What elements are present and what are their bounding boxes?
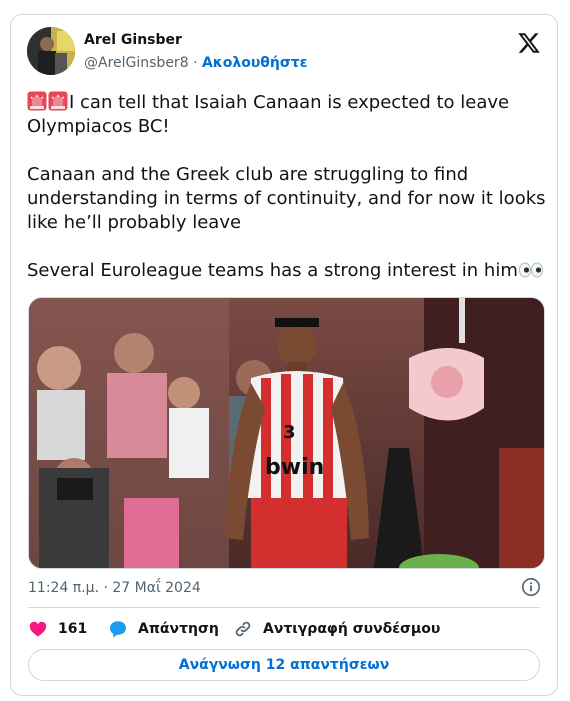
tweet-timestamp[interactable]: 11:24 π.μ. · 27 Μαΐ 2024 [28, 580, 201, 596]
reply-bubble-icon [110, 621, 126, 638]
tweet-paragraph-2: Canaan and the Greek club are struggling… [27, 164, 546, 233]
siren-icon [48, 91, 68, 111]
tweet-paragraph-1: I can tell that Isaiah Canaan is expecte… [27, 91, 547, 139]
divider [28, 607, 540, 608]
avatar[interactable] [27, 27, 75, 75]
author-handle-row: @ArelGinsber8 · Ακολουθήστε [84, 55, 308, 71]
eyes-icon [518, 262, 543, 278]
reply-button[interactable]: Απάντηση [108, 619, 219, 639]
tweet-text: I can tell that Isaiah Canaan is expecte… [27, 91, 547, 307]
x-logo-icon[interactable] [517, 31, 541, 55]
author-name[interactable]: Arel Ginsber [84, 32, 182, 48]
reply-label: Απάντηση [138, 621, 219, 637]
tweet-line-3: Several Euroleague teams has a strong in… [27, 260, 518, 281]
link-icon [235, 621, 251, 637]
jersey-sponsor: bwin [265, 455, 324, 480]
info-icon[interactable] [521, 577, 541, 597]
like-button[interactable]: 161 [28, 619, 87, 639]
heart-icon [29, 621, 47, 637]
likes-count: 161 [58, 621, 88, 637]
tweet-header: Arel Ginsber @ArelGinsber8 · Ακολουθήστε [27, 25, 545, 77]
tweet-line-1: I can tell that Isaiah Canaan is expecte… [27, 92, 510, 137]
tweet-image[interactable]: 3 bwin [28, 297, 545, 569]
copy-link-button[interactable]: Αντιγραφή συνδέσμου [233, 619, 440, 639]
tweet-card: Arel Ginsber @ArelGinsber8 · Ακολουθήστε [10, 14, 558, 696]
separator-dot: · [193, 55, 198, 71]
jersey-number: 3 [283, 422, 296, 443]
read-replies-button[interactable]: Ανάγνωση 12 απαντήσεων [28, 649, 540, 681]
basketball-player-photo: 3 bwin [29, 298, 544, 568]
copy-link-label: Αντιγραφή συνδέσμου [263, 621, 441, 637]
siren-icon [27, 91, 47, 111]
tweet-paragraph-3: Several Euroleague teams has a strong in… [27, 259, 547, 283]
follow-button[interactable]: Ακολουθήστε [202, 55, 308, 71]
author-handle[interactable]: @ArelGinsber8 [84, 55, 189, 71]
